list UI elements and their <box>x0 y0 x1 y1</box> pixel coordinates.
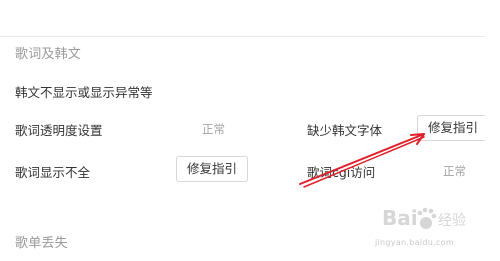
top-divider <box>0 36 485 37</box>
right-margin <box>485 0 500 261</box>
lyrics-incomplete-fix-button[interactable]: 修复指引 <box>176 156 248 182</box>
section-title-playlist-lost: 歌单丢失 <box>15 236 68 251</box>
section-title-lyrics-korean: 歌词及韩文 <box>15 47 82 62</box>
lyrics-incomplete-label: 歌词显示不全 <box>15 165 91 180</box>
lyrics-opacity-label: 歌词透明度设置 <box>15 123 103 138</box>
svg-text:Bai: Bai <box>382 206 418 230</box>
lyrics-cgi-access-label: 歌词cgi访问 <box>307 165 376 180</box>
svg-text:经验: 经验 <box>438 213 466 229</box>
lyrics-opacity-status: 正常 <box>202 122 225 136</box>
missing-korean-font-label: 缺少韩文字体 <box>307 123 383 138</box>
missing-korean-font-fix-button[interactable]: 修复指引 <box>417 115 489 141</box>
settings-panel: 歌词及韩文 韩文不显示或显示异常等 歌词透明度设置 正常 缺少韩文字体 修复指引… <box>0 0 500 261</box>
section-intro-text: 韩文不显示或显示异常等 <box>15 85 153 100</box>
watermark-url: jingyan.baidu.com <box>375 238 454 247</box>
baidu-jingyan-watermark-logo: Bai 经验 <box>382 206 466 230</box>
lyrics-cgi-access-status: 正常 <box>443 164 466 178</box>
